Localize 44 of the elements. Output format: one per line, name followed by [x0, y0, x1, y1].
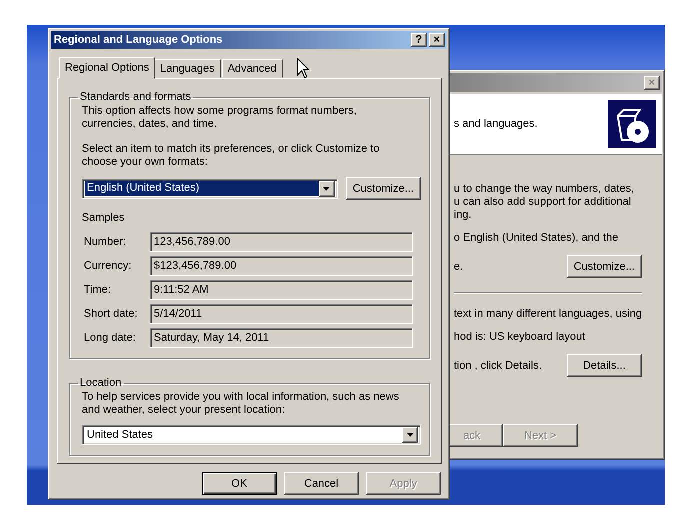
sample-label: Number: — [84, 236, 128, 248]
instruction-text: Select an item to match its preferences, or click Customize to choose your own formats: — [82, 143, 381, 169]
sample-label: Long date: — [84, 332, 137, 344]
description-text: To help services provide you with local information, such as news and weather, select your present location: — [82, 391, 400, 417]
window-title: Regional and Language Options — [54, 34, 223, 46]
group-label: Standards and formats — [79, 91, 192, 103]
description-text: This option affects how some programs format numbers, currencies, dates, and time. — [82, 105, 358, 131]
sample-field: 9:11:52 AM — [150, 280, 413, 300]
push-button[interactable]: Details... — [567, 354, 642, 377]
dropdown-value: United States — [86, 428, 154, 442]
header-text: s and languages. — [454, 118, 538, 130]
dropdown-arrow-icon — [323, 186, 330, 190]
format-dropdown[interactable]: English (United States) — [82, 178, 338, 198]
sample-label: Short date: — [84, 308, 139, 320]
tab[interactable]: Languages — [154, 59, 221, 78]
dropdown-button[interactable] — [318, 180, 335, 196]
sample-field: Saturday, May 14, 2011 — [150, 328, 413, 348]
text-line: u to change the way numbers, dates, — [454, 183, 636, 196]
location-dropdown[interactable]: United States — [82, 425, 421, 445]
sample-label: Currency: — [84, 260, 133, 272]
sample-field: 5/14/2011 — [150, 304, 413, 324]
text-line: hod is: US keyboard layout — [454, 331, 586, 344]
sample-label: Time: — [84, 284, 112, 296]
dialog-button[interactable]: OK — [202, 472, 277, 495]
samples-heading: Samples — [82, 212, 126, 224]
help-button[interactable]: ? — [411, 33, 427, 47]
sample-field: $123,456,789.00 — [150, 256, 413, 276]
dialog-button[interactable]: Cancel — [284, 472, 359, 495]
group-label: Location — [79, 377, 123, 389]
sample-field: 123,456,789.00 — [150, 232, 413, 252]
text-line: ing. — [454, 209, 473, 222]
text-line: tion , click Details. — [454, 360, 542, 372]
dropdown-arrow-icon — [406, 433, 414, 437]
customize-button[interactable]: Customize... — [346, 177, 421, 200]
tab[interactable]: Advanced — [222, 59, 283, 78]
text-line: text in many different languages, using — [454, 308, 642, 321]
text-line: e. — [454, 260, 464, 272]
text-line: o English (United States), and the — [454, 232, 620, 245]
tab[interactable]: Regional Options — [59, 57, 156, 79]
close-button[interactable]: × — [429, 33, 445, 47]
text-line: u can also add support for additional — [454, 196, 632, 209]
dropdown-value: English (United States) — [85, 181, 319, 196]
push-button[interactable]: Customize... — [566, 255, 642, 278]
dropdown-button[interactable] — [402, 427, 418, 443]
